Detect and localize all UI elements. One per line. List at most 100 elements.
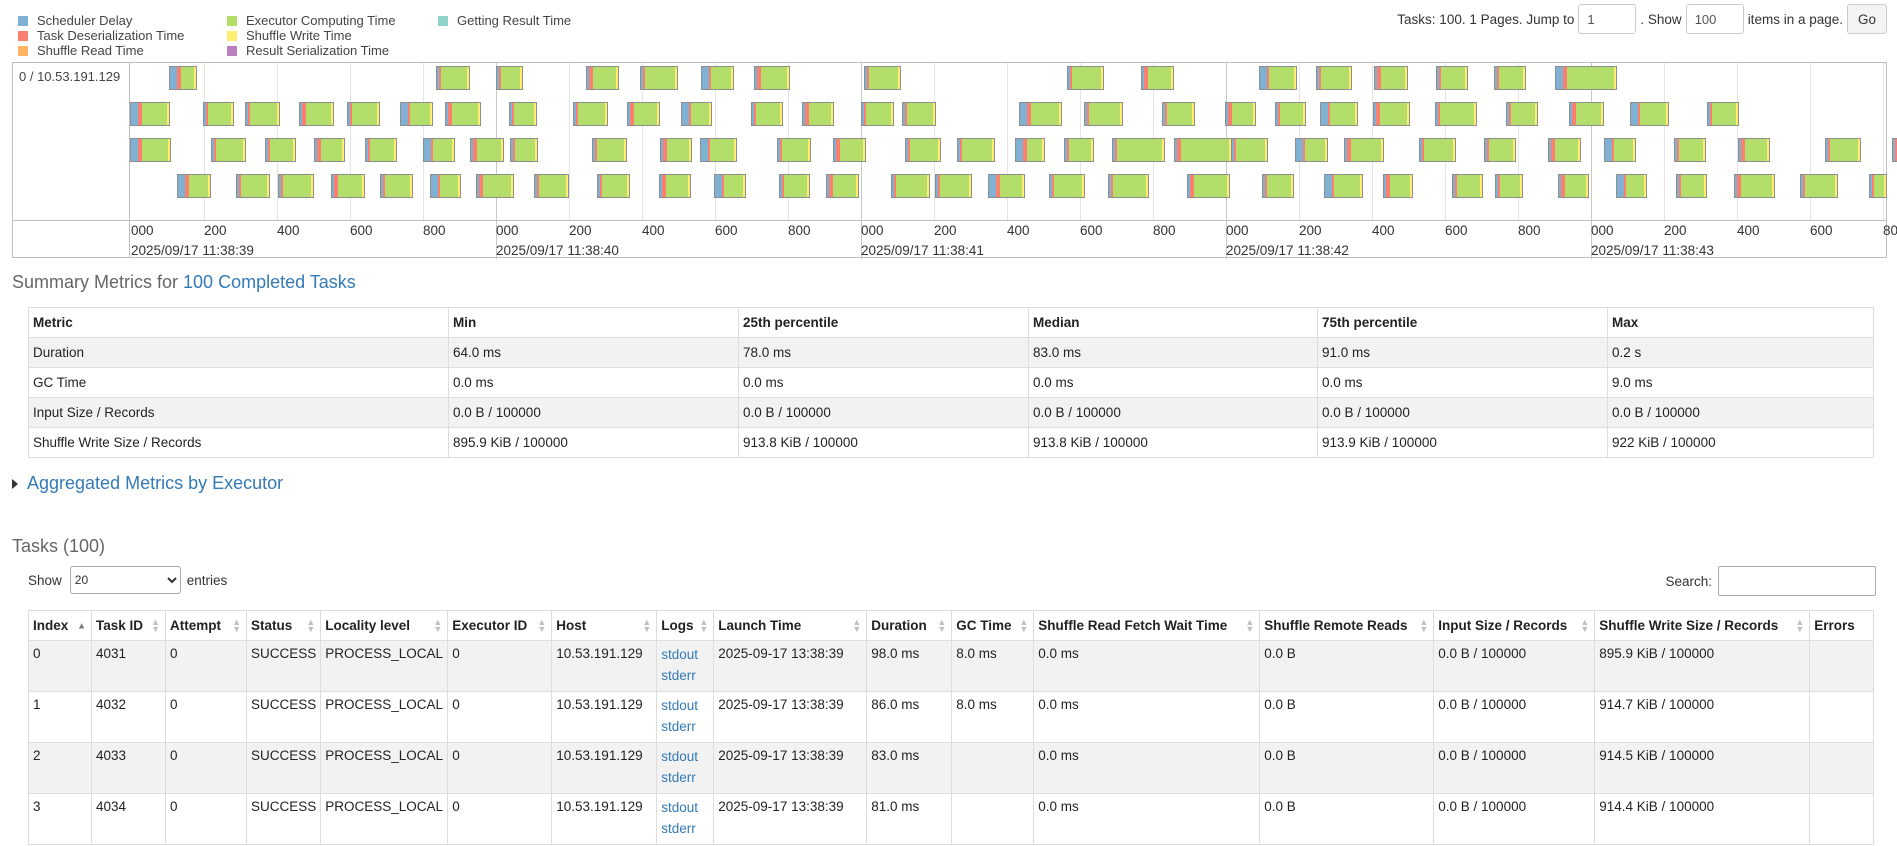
task-timeline-bar[interactable] — [1616, 174, 1647, 198]
task-timeline-bar[interactable] — [826, 174, 859, 198]
column-header-executor-id[interactable]: Executor ID ▲ ▼ — [447, 610, 553, 641]
task-timeline-bar[interactable] — [1738, 138, 1770, 162]
aggregated-metrics-toggle[interactable]: Aggregated Metrics by Executor — [12, 473, 283, 494]
task-timeline-bar[interactable] — [1344, 138, 1384, 162]
column-header-task-id[interactable]: Task ID ▲ ▼ — [91, 610, 166, 641]
task-timeline-bar[interactable] — [627, 102, 660, 126]
task-timeline-bar[interactable] — [1084, 102, 1123, 126]
task-timeline-bar[interactable] — [1015, 138, 1045, 162]
column-header-gc-time[interactable]: GC Time ▲ ▼ — [951, 610, 1035, 641]
task-timeline-bar[interactable] — [1067, 66, 1104, 90]
task-timeline-bar[interactable] — [445, 102, 481, 126]
column-header-input-size[interactable]: Input Size / Records ▲ ▼ — [1433, 610, 1596, 641]
column-header-shuffle-write[interactable]: Shuffle Write Size / Records ▲ ▼ — [1594, 610, 1811, 641]
task-timeline-bar[interactable] — [1452, 174, 1483, 198]
task-timeline-bar[interactable] — [1494, 66, 1526, 90]
task-timeline-bar[interactable] — [278, 174, 314, 198]
task-timeline-bar[interactable] — [347, 102, 380, 126]
column-header-locality[interactable]: Locality level ▲ ▼ — [320, 610, 449, 641]
task-timeline-bar[interactable] — [314, 138, 345, 162]
task-timeline-bar[interactable] — [700, 138, 737, 162]
task-timeline-bar[interactable] — [1231, 138, 1268, 162]
stdout-link[interactable]: stdout — [661, 644, 709, 665]
task-timeline-bar[interactable] — [1484, 138, 1516, 162]
column-header-attempt[interactable]: Attempt ▲ ▼ — [165, 610, 247, 641]
stdout-link[interactable]: stdout — [661, 695, 709, 716]
task-timeline-bar[interactable] — [1187, 174, 1230, 198]
task-timeline-bar[interactable] — [681, 102, 712, 126]
task-timeline-bar[interactable] — [779, 174, 810, 198]
task-timeline-bar[interactable] — [1555, 66, 1617, 90]
task-timeline-bar[interactable] — [1141, 66, 1174, 90]
task-timeline-bar[interactable] — [1295, 138, 1328, 162]
task-timeline-bar[interactable] — [1275, 102, 1306, 126]
task-timeline-bar[interactable] — [380, 174, 413, 198]
task-timeline-bar[interactable] — [1316, 66, 1352, 90]
task-timeline-bar[interactable] — [1108, 174, 1149, 198]
task-timeline-bar[interactable] — [586, 66, 619, 90]
stdout-link[interactable]: stdout — [661, 797, 709, 818]
task-timeline-bar[interactable] — [1019, 102, 1062, 126]
task-timeline-bar[interactable] — [436, 66, 470, 90]
task-timeline-bar[interactable] — [1419, 138, 1456, 162]
task-timeline-bar[interactable] — [1825, 138, 1861, 162]
column-header-duration[interactable]: Duration ▲ ▼ — [866, 610, 953, 641]
aggregated-metrics-link[interactable]: Aggregated Metrics by Executor — [27, 473, 283, 494]
task-timeline-bar[interactable] — [1506, 102, 1538, 126]
task-timeline-bar[interactable] — [430, 174, 461, 198]
task-timeline-bar[interactable] — [1373, 102, 1410, 126]
task-timeline-bar[interactable] — [177, 174, 211, 198]
task-timeline-bar[interactable] — [1436, 66, 1468, 90]
task-timeline-bar[interactable] — [597, 174, 630, 198]
task-timeline-bar[interactable] — [864, 66, 901, 90]
task-timeline-bar[interactable] — [701, 66, 734, 90]
task-timeline-bar[interactable] — [1630, 102, 1669, 126]
task-timeline-bar[interactable] — [245, 102, 280, 126]
column-header-host[interactable]: Host ▲ ▼ — [551, 610, 658, 641]
task-timeline-bar[interactable] — [905, 138, 941, 162]
task-timeline-bar[interactable] — [1800, 174, 1838, 198]
task-timeline-bar[interactable] — [1604, 138, 1636, 162]
task-timeline-bar[interactable] — [423, 138, 455, 162]
task-timeline-bar[interactable] — [891, 174, 930, 198]
task-timeline-bar[interactable] — [1162, 102, 1195, 126]
stderr-link[interactable]: stderr — [661, 716, 709, 737]
task-timeline-bar[interactable] — [1064, 138, 1094, 162]
entries-per-page-select[interactable]: 20 — [69, 566, 181, 594]
search-input[interactable] — [1718, 566, 1876, 596]
task-timeline-bar[interactable] — [988, 174, 1025, 198]
task-timeline-bar[interactable] — [130, 138, 171, 162]
task-timeline-bar[interactable] — [496, 66, 523, 90]
task-timeline-bar[interactable] — [659, 174, 691, 198]
task-timeline-bar[interactable] — [751, 102, 783, 126]
task-timeline-bar[interactable] — [236, 174, 270, 198]
task-timeline-bar[interactable] — [833, 138, 866, 162]
task-timeline-bar[interactable] — [1320, 102, 1358, 126]
column-header-remote-reads[interactable]: Shuffle Remote Reads ▲ ▼ — [1259, 610, 1435, 641]
task-timeline-bar[interactable] — [331, 174, 365, 198]
task-timeline-bar[interactable] — [400, 102, 433, 126]
completed-tasks-link[interactable]: 100 Completed Tasks — [183, 272, 356, 292]
stdout-link[interactable]: stdout — [661, 746, 709, 767]
column-header-logs[interactable]: Logs ▲ ▼ — [656, 610, 715, 641]
task-timeline-bar[interactable] — [299, 102, 334, 126]
stderr-link[interactable]: stderr — [661, 665, 709, 686]
page-jump-input[interactable] — [1578, 4, 1637, 34]
task-timeline-bar[interactable] — [534, 174, 569, 198]
task-timeline-bar[interactable] — [1324, 174, 1363, 198]
task-timeline-bar[interactable] — [935, 174, 972, 198]
page-size-input[interactable] — [1685, 4, 1744, 34]
task-timeline-bar[interactable] — [203, 102, 234, 126]
go-button[interactable]: Go — [1847, 4, 1887, 34]
task-timeline-bar[interactable] — [1707, 102, 1739, 126]
task-timeline-bar[interactable] — [1676, 174, 1707, 198]
task-timeline-bar[interactable] — [640, 66, 678, 90]
task-timeline-bar[interactable] — [510, 138, 538, 162]
task-timeline-bar[interactable] — [1225, 102, 1256, 126]
task-timeline-bar[interactable] — [1892, 138, 1897, 162]
task-timeline-bar[interactable] — [957, 138, 995, 162]
task-timeline-bar[interactable] — [1262, 174, 1294, 198]
task-timeline-bar[interactable] — [476, 174, 514, 198]
task-timeline-bar[interactable] — [714, 174, 746, 198]
stderr-link[interactable]: stderr — [661, 818, 709, 839]
